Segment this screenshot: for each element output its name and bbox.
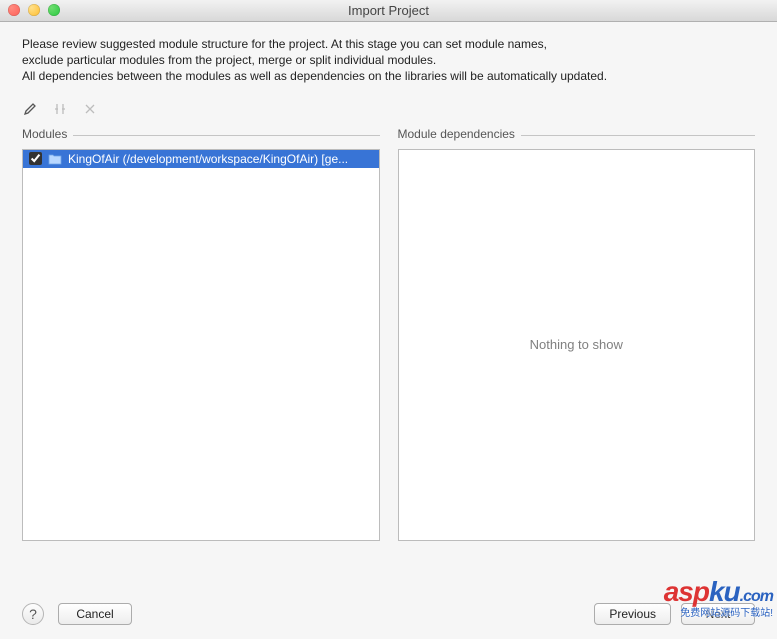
next-button[interactable]: Next [681, 603, 755, 625]
modules-header: Modules [22, 127, 73, 141]
footer: ? Cancel Previous Next [22, 603, 755, 625]
module-row[interactable]: KingOfAir (/development/workspace/KingOf… [23, 150, 379, 168]
intro-line-3: All dependencies between the modules as … [22, 68, 755, 84]
help-button[interactable]: ? [22, 603, 44, 625]
merge-icon [82, 101, 98, 117]
nav-buttons: Previous Next [594, 603, 755, 625]
modules-column: Modules KingOfAir (/development/workspac… [22, 127, 380, 541]
close-window-button[interactable] [8, 4, 20, 16]
split-icon [52, 101, 68, 117]
dependencies-header: Module dependencies [398, 127, 521, 141]
toolbar [22, 101, 755, 117]
previous-button[interactable]: Previous [594, 603, 671, 625]
module-checkbox[interactable] [29, 152, 42, 165]
window-title: Import Project [0, 3, 777, 18]
edit-icon[interactable] [22, 101, 38, 117]
intro-text: Please review suggested module structure… [22, 36, 755, 85]
traffic-lights [8, 4, 60, 16]
intro-line-1: Please review suggested module structure… [22, 36, 755, 52]
intro-line-2: exclude particular modules from the proj… [22, 52, 755, 68]
columns: Modules KingOfAir (/development/workspac… [22, 127, 755, 541]
dependencies-panel: Nothing to show [398, 149, 756, 541]
minimize-window-button[interactable] [28, 4, 40, 16]
folder-icon [48, 153, 62, 165]
module-label: KingOfAir (/development/workspace/KingOf… [68, 152, 348, 166]
dependencies-column: Module dependencies Nothing to show [398, 127, 756, 541]
titlebar: Import Project [0, 0, 777, 22]
maximize-window-button[interactable] [48, 4, 60, 16]
dialog-content: Please review suggested module structure… [0, 22, 777, 541]
empty-text: Nothing to show [399, 150, 755, 540]
modules-panel[interactable]: KingOfAir (/development/workspace/KingOf… [22, 149, 380, 541]
cancel-button[interactable]: Cancel [58, 603, 132, 625]
